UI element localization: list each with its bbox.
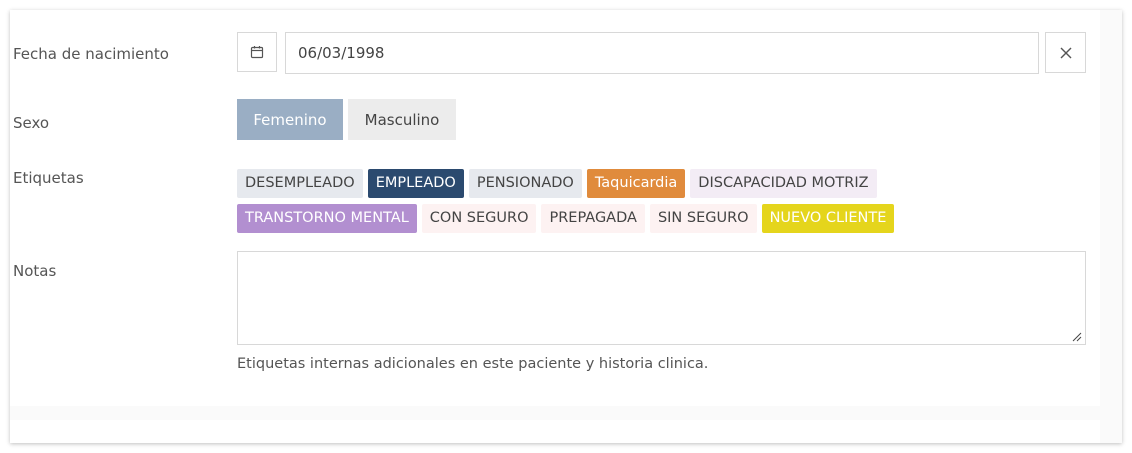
tag-nuevo-cliente[interactable]: NUEVO CLIENTE xyxy=(761,204,895,233)
sex-label: Sexo xyxy=(13,114,50,132)
next-section-strip xyxy=(10,420,1100,443)
close-icon xyxy=(1060,47,1071,58)
tag-con-seguro[interactable]: CON SEGURO xyxy=(421,204,537,233)
tags-label: Etiquetas xyxy=(13,169,84,187)
tag-discapacidad-motriz[interactable]: DISCAPACIDAD MOTRIZ xyxy=(690,169,877,198)
calendar-button[interactable] xyxy=(237,32,277,72)
notes-help-text: Etiquetas internas adicionales en este p… xyxy=(237,356,709,372)
tag-row-2: TRANSTORNO MENTAL CON SEGURO PREPAGADA S… xyxy=(237,204,895,233)
tag-taquicardia[interactable]: Taquicardia xyxy=(586,169,686,198)
tag-row-1: DESEMPLEADO EMPLEADO PENSIONADO Taquicar… xyxy=(237,169,877,198)
tag-sin-seguro[interactable]: SIN SEGURO xyxy=(649,204,757,233)
notes-textarea[interactable] xyxy=(237,251,1086,345)
tag-desempleado[interactable]: DESEMPLEADO xyxy=(237,169,363,198)
tag-transtorno-mental[interactable]: TRANSTORNO MENTAL xyxy=(237,204,417,233)
resize-handle-icon[interactable] xyxy=(1070,330,1082,342)
birthdate-input[interactable] xyxy=(285,32,1039,74)
sex-option-masculino[interactable]: Masculino xyxy=(348,99,456,140)
tag-pensionado[interactable]: PENSIONADO xyxy=(468,169,582,198)
tag-empleado[interactable]: EMPLEADO xyxy=(367,169,464,198)
notes-label: Notas xyxy=(13,262,57,280)
form-card: Fecha de nacimiento Sexo Femenino Mascul… xyxy=(10,10,1122,443)
birthdate-label: Fecha de nacimiento xyxy=(13,45,169,63)
tag-prepagada[interactable]: PREPAGADA xyxy=(541,204,645,233)
sex-option-femenino[interactable]: Femenino xyxy=(237,99,343,140)
form-panel: Fecha de nacimiento Sexo Femenino Mascul… xyxy=(10,10,1100,406)
calendar-icon xyxy=(250,46,264,59)
clear-date-button[interactable] xyxy=(1045,32,1086,73)
